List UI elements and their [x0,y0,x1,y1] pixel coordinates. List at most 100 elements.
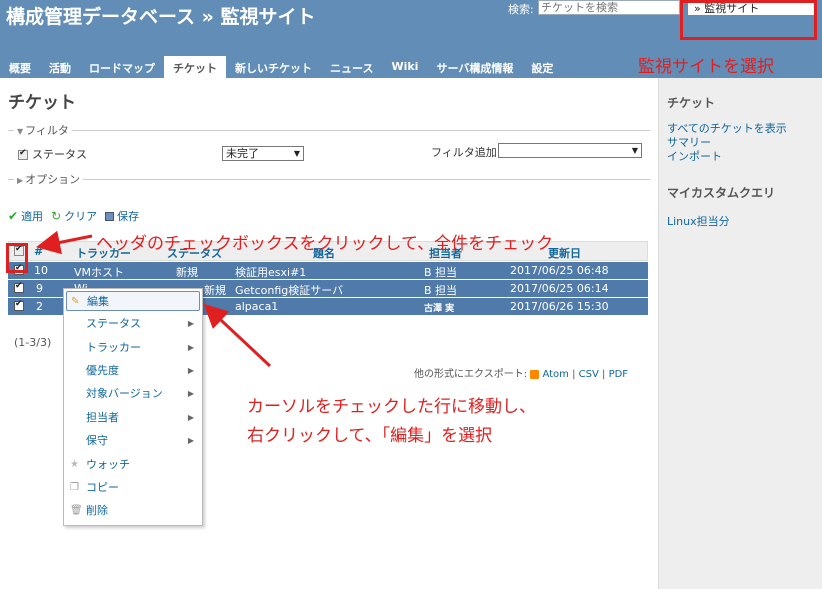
main-menu: 概要 活動 ロードマップ チケット 新しいチケット ニュース Wiki サーバ構… [0,56,562,78]
context-menu-maintenance[interactable]: 保守 ▶ [66,431,200,451]
filter-fieldset-line [8,130,650,131]
collapse-triangle-icon: ▼ [17,127,24,136]
pagination-count: (1-3/3) [14,336,52,349]
context-menu-label: ステータス [86,317,141,330]
trash-icon: 🗑 [70,505,83,516]
table-row[interactable]: 10 VMホスト 新規 検証用esxi#1 B 担当 2017/06/25 06… [8,262,648,279]
tab-wiki[interactable]: Wiki [382,56,427,78]
save-icon [105,211,115,221]
context-menu-tracker[interactable]: トラッカー ▶ [66,338,200,358]
clear-button[interactable]: ↻ クリア [51,208,97,224]
page-title: チケット [8,93,76,113]
row-checkbox[interactable] [14,299,24,311]
export-atom-link[interactable]: Atom [542,369,568,380]
context-menu-label: トラッカー [86,341,141,354]
row-updated: 2017/06/26 15:30 [510,300,609,313]
search-input[interactable] [538,0,680,15]
clear-label: クリア [64,210,98,223]
row-subject[interactable]: Getconfig検証サーバ [235,282,343,298]
context-menu-copy[interactable]: ❐ コピー [66,478,200,498]
row-subject[interactable]: 検証用esxi#1 [235,264,306,280]
app-title: 構成管理データベース » 監視サイト [6,6,316,28]
tab-roadmap[interactable]: ロードマップ [80,56,164,78]
expand-triangle-icon: ▶ [17,176,24,185]
sidebar: チケット すべてのチケットを表示 サマリー インポート マイカスタムクエリ Li… [658,78,822,589]
tab-issues[interactable]: チケット [164,56,226,78]
row-checkbox[interactable] [14,281,24,293]
submenu-arrow-icon: ▶ [187,436,194,445]
sidebar-query-linux[interactable]: Linux担当分 [667,213,730,229]
row-tracker: VMホスト [74,266,125,279]
row-status: 新規 [176,266,198,279]
context-menu-delete[interactable]: 🗑 削除 [66,501,200,521]
save-button[interactable]: 保存 [105,208,139,224]
export-separator: | [602,369,606,380]
annotation-select-site: 監視サイトを選択 [638,57,774,77]
sidebar-link-import[interactable]: インポート [667,150,787,164]
star-icon: ★ [70,459,79,470]
tab-news[interactable]: ニュース [321,56,382,78]
sidebar-heading-issues: チケット [667,96,716,110]
row-id[interactable]: 2 [36,300,43,313]
row-assignee[interactable]: 古澤 実 [424,301,454,314]
status-operator-select[interactable]: 未完了 ▼ [222,146,304,161]
export-pdf-link[interactable]: PDF [609,369,628,380]
submenu-arrow-icon: ▶ [187,413,194,422]
apply-button[interactable]: ✔ 適用 [8,208,43,224]
sidebar-link-summary[interactable]: サマリー [667,136,787,150]
reload-icon: ↻ [51,209,62,223]
context-menu-assignee[interactable]: 担当者 ▶ [66,408,200,428]
arrow-to-edit [203,303,272,368]
tab-server-config[interactable]: サーバ構成情報 [427,56,522,78]
tab-overview[interactable]: 概要 [0,56,40,78]
check-icon: ✔ [8,209,19,223]
context-menu-target-version[interactable]: 対象バージョン ▶ [66,384,200,404]
filter-legend-label: フィルタ [25,124,69,137]
context-menu-label: 編集 [87,295,109,308]
save-label: 保存 [117,210,140,223]
annotation-edit-line2: 右クリックして、「編集」を選択 [247,426,493,446]
options-legend[interactable]: ▶ オプション [14,171,84,187]
filter-legend[interactable]: ▼ フィルタ [14,122,72,138]
feed-icon [530,369,540,379]
export-links: 他の形式にエクスポート: Atom | CSV | PDF [414,365,628,380]
context-menu-status[interactable]: ステータス ▶ [66,314,200,334]
sidebar-link-all-issues[interactable]: すべてのチケットを表示 [667,122,787,136]
context-menu-label: 優先度 [86,364,119,377]
annotation-box-project [680,0,817,40]
context-menu-watch[interactable]: ★ ウォッチ [66,455,200,475]
row-status: 新規 [204,284,226,297]
status-filter-label: ステータス [32,148,87,161]
submenu-arrow-icon: ▶ [187,343,194,352]
col-id[interactable]: # [34,245,43,258]
context-menu-label: 保守 [86,434,108,447]
status-filter-row: ステータス [18,146,87,162]
tab-settings[interactable]: 設定 [522,56,562,78]
row-subject[interactable]: alpaca1 [235,300,278,313]
row-assignee[interactable]: B 担当 [424,282,457,298]
row-updated: 2017/06/25 06:14 [510,282,609,295]
status-filter-checkbox[interactable] [18,148,28,160]
context-menu-priority[interactable]: 優先度 ▶ [66,361,200,381]
row-id[interactable]: 9 [36,282,43,295]
sidebar-links: すべてのチケットを表示 サマリー インポート [667,122,787,164]
pencil-icon: ✎ [71,296,80,307]
row-assignee[interactable]: B 担当 [424,264,457,280]
search-label: 検索: [508,3,534,16]
row-updated: 2017/06/25 06:48 [510,264,609,277]
export-csv-link[interactable]: CSV [579,369,599,380]
context-menu-label: 削除 [86,504,108,517]
tab-activity[interactable]: 活動 [40,56,80,78]
annotation-edit-line1: カーソルをチェックした行に移動し、 [247,397,536,417]
context-menu-edit[interactable]: ✎ 編集 [66,291,200,311]
context-menu-label: ウォッチ [86,458,130,471]
query-actions: ✔ 適用 ↻ クリア 保存 [8,208,139,224]
row-id[interactable]: 10 [34,264,48,277]
export-separator: | [572,369,576,380]
options-fieldset-line [8,179,650,180]
context-menu: ✎ 編集 ステータス ▶ トラッカー ▶ 優先度 ▶ 対象バージョン ▶ 担当者 ▶ 保守 ▶… [63,288,203,526]
context-menu-label: 担当者 [86,411,119,424]
export-label: 他の形式にエクスポート: [414,369,528,380]
add-filter-select[interactable]: ▼ [498,143,642,158]
tab-new-issue[interactable]: 新しいチケット [226,56,321,78]
